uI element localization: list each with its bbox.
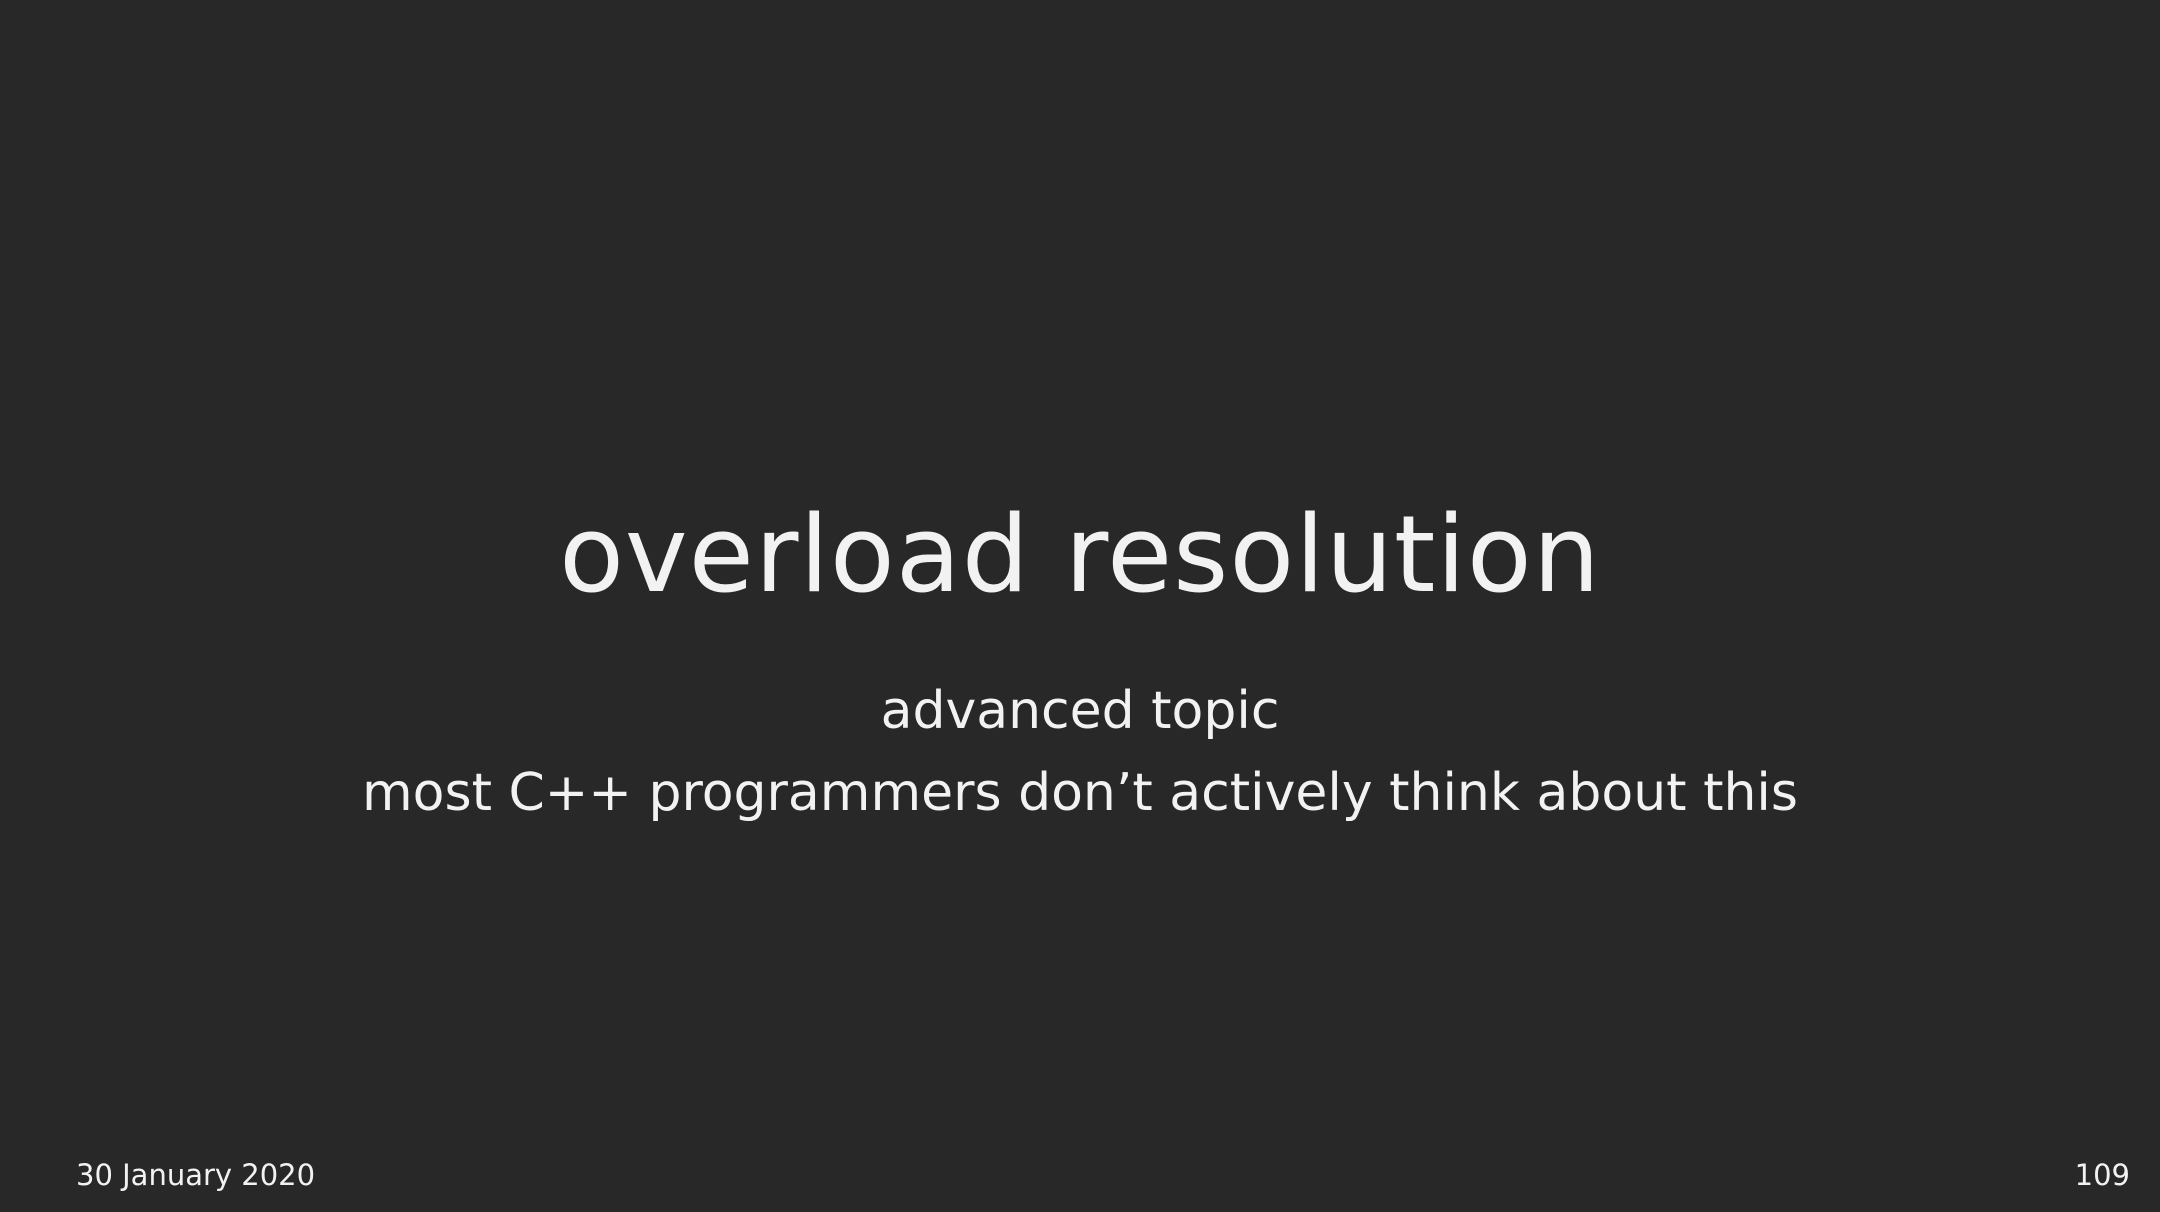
slide-subtitle-line-2: most C++ programmers don’t actively thin… bbox=[362, 763, 1798, 823]
slide-page-number: 109 bbox=[2074, 1158, 2130, 1192]
footer-date: 30 January 2020 bbox=[76, 1158, 316, 1192]
slide-subtitle-line-1: advanced topic bbox=[880, 681, 1280, 741]
presentation-slide: overload resolution advanced topic most … bbox=[0, 0, 2160, 1212]
slide-title: overload resolution bbox=[559, 493, 1601, 616]
